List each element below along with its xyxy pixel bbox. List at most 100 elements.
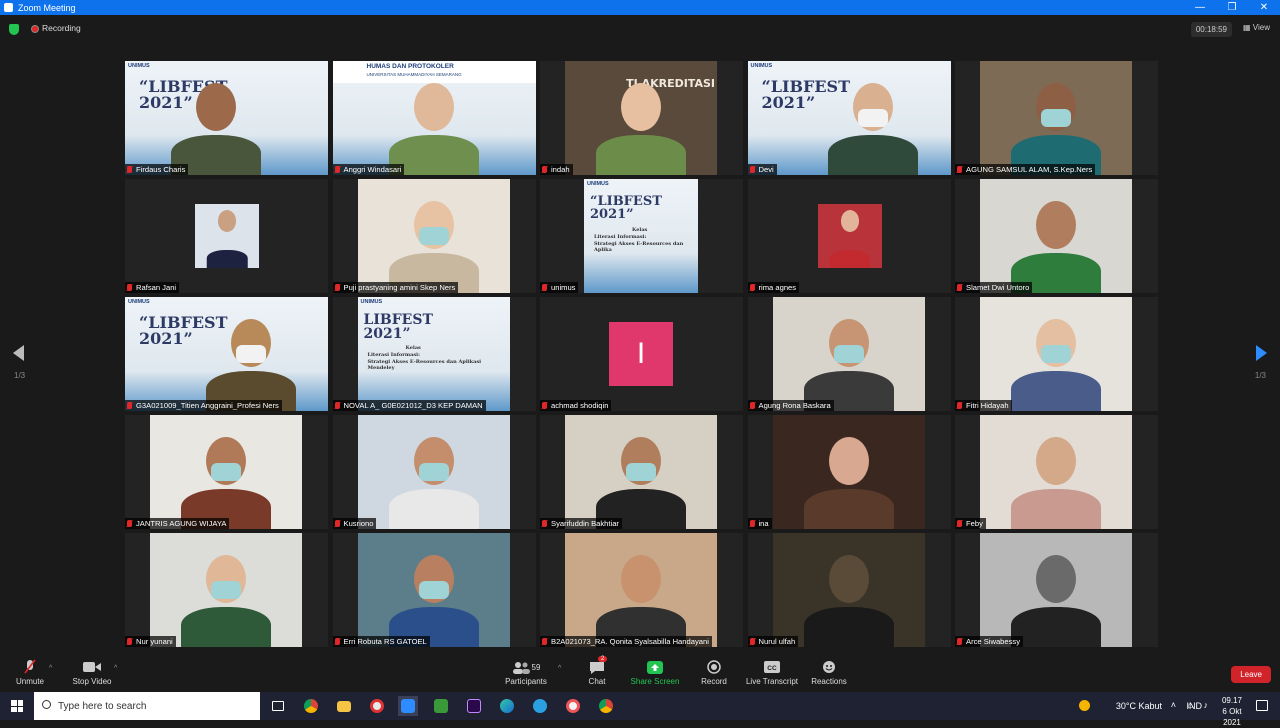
stop-video-button[interactable]: Stop Video	[70, 659, 114, 686]
participant-tile[interactable]: Slamet Dwi Untoro	[955, 179, 1158, 293]
reactions-button[interactable]: Reactions	[810, 659, 848, 686]
language-indicator[interactable]: IND	[1187, 701, 1203, 711]
share-screen-icon	[647, 660, 663, 674]
edge-icon[interactable]	[497, 696, 517, 716]
previous-page-arrow-icon[interactable]	[13, 345, 24, 361]
participant-name-tag: B2A021073_RA. Qonita Syalsabilla Handaya…	[540, 636, 712, 647]
next-page-arrow-icon[interactable]	[1256, 345, 1267, 361]
participant-name-tag: JANTRIS AGUNG WIJAYA	[125, 518, 230, 529]
taskbar-search-box[interactable]: Type here to search	[34, 692, 260, 720]
muted-mic-icon	[542, 284, 547, 291]
chrome-icon[interactable]	[301, 696, 321, 716]
participant-tile[interactable]: JANTRIS AGUNG WIJAYA	[125, 415, 328, 529]
participant-name: Arce Siwabessy	[966, 637, 1021, 646]
record-icon	[707, 660, 721, 674]
media-player-icon[interactable]	[563, 696, 583, 716]
participant-name-tag: Nur yunani	[125, 636, 176, 647]
participant-video	[565, 533, 717, 647]
unmute-button[interactable]: Unmute	[14, 659, 46, 686]
participant-tile[interactable]: UNIMUS “LIBFEST 2021” Kelas Literasi Inform…	[540, 179, 743, 293]
closed-caption-icon: CC	[764, 661, 780, 673]
windows-start-icon[interactable]	[11, 700, 23, 712]
participant-name-tag: Arce Siwabessy	[955, 636, 1024, 647]
participant-name-tag: Feby	[955, 518, 986, 529]
security-shield-icon[interactable]	[9, 24, 19, 35]
participant-video: I	[540, 297, 743, 411]
premiere-pro-icon[interactable]	[464, 696, 484, 716]
participant-tile[interactable]: UNIMUS “LIBFEST 2021” Devi	[747, 61, 951, 175]
slide-subtitle: Strategi Akses E-Resources dan Aplikasi …	[367, 359, 482, 371]
video-options-caret-icon[interactable]: ^	[114, 665, 117, 672]
participant-tile[interactable]: Kusriono	[332, 415, 536, 529]
weather-text[interactable]: 30°C Kabut	[1116, 701, 1162, 711]
participant-tile[interactable]: Fitri Hidayah	[955, 297, 1158, 411]
task-view-icon[interactable]	[268, 696, 288, 716]
muted-mic-icon	[957, 402, 962, 409]
file-explorer-icon[interactable]	[334, 696, 354, 716]
zoom-taskbar-icon[interactable]	[398, 696, 418, 716]
close-button[interactable]: ✕	[1248, 0, 1280, 15]
participant-tile[interactable]: Erri Robuta RS GATOEL	[332, 533, 536, 647]
meeting-toolbar: Unmute ^ Stop Video ^ 59 Participants ^ …	[0, 652, 1280, 692]
slide-subtitle: Strategi Akses E-Resources dan Aplika	[594, 241, 684, 253]
participant-tile[interactable]: UNIMUS LIBFEST 2021” Kelas Literasi Informa…	[332, 297, 536, 411]
taskbar-clock[interactable]: 09.17 6 Okt 2021	[1222, 695, 1242, 728]
participant-tile[interactable]: TI AKREDITASI indah	[540, 61, 743, 175]
muted-mic-icon	[127, 284, 132, 291]
recording-icon	[31, 25, 39, 33]
leave-button[interactable]: Leave	[1231, 666, 1271, 683]
participant-tile[interactable]: Syarifuddin Bakhtiar	[540, 415, 743, 529]
view-button[interactable]: ▦ View	[1243, 23, 1270, 32]
muted-mic-icon	[749, 520, 755, 527]
participant-tile[interactable]: Feby	[955, 415, 1158, 529]
tray-overflow-icon[interactable]: ˄	[1171, 700, 1176, 710]
participant-tile[interactable]: Nurul ulfah	[747, 533, 951, 647]
minimize-button[interactable]: —	[1184, 0, 1216, 15]
participant-tile[interactable]: UNIMUS “LIBFEST 2021” Firdaus Charis	[125, 61, 328, 175]
record-button[interactable]: Record	[700, 659, 728, 686]
face-mask	[1041, 109, 1071, 127]
participant-video: UNIMUS “LIBFEST 2021”	[125, 61, 328, 175]
participant-body	[596, 135, 686, 175]
window-title-bar: Zoom Meeting — ❐ ✕	[0, 0, 1280, 15]
participants-caret-icon[interactable]: ^	[558, 665, 561, 672]
participant-head	[621, 555, 661, 603]
audio-options-caret-icon[interactable]: ^	[49, 665, 52, 672]
participant-tile[interactable]: rima agnes	[747, 179, 951, 293]
participant-name-tag: Kusriono	[332, 518, 377, 529]
participant-video	[565, 415, 717, 529]
participant-tile[interactable]: Puji prastyaning amini Skep Ners	[332, 179, 536, 293]
participant-video: UNIMUS LIBFEST 2021” Kelas Literasi Informa…	[357, 297, 510, 411]
notifications-icon[interactable]	[1256, 700, 1268, 711]
participant-name: NOVAL A_ G0E021012_D3 KEP DAMAN	[343, 401, 483, 410]
share-screen-button[interactable]: Share Screen	[630, 659, 680, 686]
participant-name-tag: unimus	[540, 282, 579, 293]
banner-header: HUMAS DAN PROTOKOLER UNIVERSITAS MUHAMMAD…	[332, 61, 536, 83]
participant-tile[interactable]: Agung Rona Baskara	[747, 297, 951, 411]
chat-button[interactable]: 2 Chat	[584, 656, 610, 686]
camtasia-icon[interactable]	[431, 696, 451, 716]
participant-video: UNIMUS “LIBFEST 2021”	[125, 297, 328, 411]
participant-tile[interactable]: Nur yunani	[125, 533, 328, 647]
face-mask	[418, 227, 449, 245]
volume-icon[interactable]: ♪	[1204, 700, 1209, 710]
participant-tile[interactable]: HUMAS DAN PROTOKOLER UNIVERSITAS MUHAMMAD…	[332, 61, 536, 175]
recording-app-icon[interactable]	[367, 696, 387, 716]
participant-name-tag: Agung Rona Baskara	[747, 400, 834, 411]
participant-tile[interactable]: Iachmad shodiqin	[540, 297, 743, 411]
live-transcript-button[interactable]: CC Live Transcript	[745, 659, 799, 686]
participant-name-tag: Anggri Windasari	[332, 164, 405, 175]
weather-sun-icon	[1079, 700, 1090, 711]
telegram-icon[interactable]	[530, 696, 550, 716]
maximize-button[interactable]: ❐	[1216, 0, 1248, 15]
participant-tile[interactable]: AGUNG SAMSUL ALAM, S.Kep.Ners	[955, 61, 1158, 175]
participant-tile[interactable]: Rafsan Jani	[125, 179, 328, 293]
participant-name: Agung Rona Baskara	[758, 401, 831, 410]
participant-tile[interactable]: UNIMUS “LIBFEST 2021” G3A021009_Titien Ang…	[125, 297, 328, 411]
participant-body	[181, 607, 271, 647]
chrome-second-icon[interactable]	[596, 696, 616, 716]
participant-tile[interactable]: Arce Siwabessy	[955, 533, 1158, 647]
participant-tile[interactable]: B2A021073_RA. Qonita Syalsabilla Handaya…	[540, 533, 743, 647]
participants-button[interactable]: 59 Participants	[503, 659, 549, 686]
participant-tile[interactable]: ina	[747, 415, 951, 529]
